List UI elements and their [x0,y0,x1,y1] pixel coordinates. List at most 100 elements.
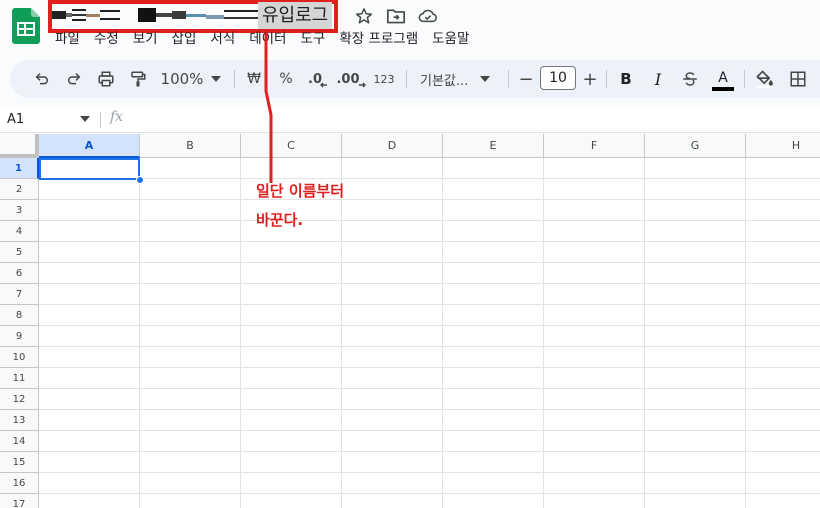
grid-row-line [39,472,820,473]
toolbar-divider [744,70,745,88]
chevron-down-icon[interactable] [80,116,90,122]
column-header-c[interactable]: C [241,134,342,158]
undo-icon[interactable] [30,60,54,98]
row-header-10[interactable]: 10 [0,347,39,368]
decrease-decimal-button[interactable]: .0 [304,60,332,98]
grid-row-line [39,283,820,284]
row-header-1[interactable]: 1 [0,158,39,179]
cloud-status-icon[interactable] [418,6,438,26]
borders-icon[interactable] [786,60,810,98]
menu-format[interactable]: 서식 [203,28,242,50]
grid-row-line [39,262,820,263]
star-icon[interactable] [354,6,374,26]
grid-row-line [39,430,820,431]
chevron-down-icon [211,76,222,82]
menu-view[interactable]: 보기 [126,28,165,50]
menu-extensions[interactable]: 확장 프로그램 [332,28,425,50]
grid-row-line [39,178,820,179]
zoom-value: 100% [160,70,204,88]
grid-column-line [139,158,140,508]
row-header-6[interactable]: 6 [0,263,39,284]
grid-row-line [39,220,820,221]
sheets-logo[interactable] [12,8,40,44]
arrow-right-icon [358,82,366,88]
annotation-line [264,33,273,183]
row-header-16[interactable]: 16 [0,473,39,494]
menu-help[interactable]: 도움말 [425,28,476,50]
grid-row-line [39,199,820,200]
menu-file[interactable]: 파일 [48,28,87,50]
row-header-14[interactable]: 14 [0,431,39,452]
increase-decimal-button[interactable]: .00 [336,60,366,98]
redacted-title-part [52,5,258,25]
fx-icon: fx [110,109,124,125]
grid-row-line [39,409,820,410]
column-header-d[interactable]: D [342,134,443,158]
redo-icon[interactable] [62,60,86,98]
annotation-line-2: 바꾼다. [256,211,304,229]
row-header-13[interactable]: 13 [0,410,39,431]
row-header-11[interactable]: 11 [0,368,39,389]
column-header-f[interactable]: F [544,134,645,158]
italic-button[interactable]: I [646,60,670,98]
increase-decimal-label: .00 [336,71,360,87]
name-box[interactable]: A1 [7,108,24,132]
font-family-select[interactable]: 기본값... [414,60,500,98]
menu-tools[interactable]: 도구 [293,28,332,50]
print-icon[interactable] [94,60,118,98]
document-title[interactable]: 유입로그 [258,2,333,29]
row-header-15[interactable]: 15 [0,452,39,473]
chevron-down-icon [480,76,491,82]
toolbar-divider [508,70,509,88]
fill-handle[interactable] [136,176,144,184]
formula-bar: A1 fx [0,108,820,133]
menu-edit[interactable]: 수정 [87,28,126,50]
column-header-b[interactable]: B [140,134,241,158]
bold-button[interactable]: B [614,60,638,98]
menu-bar: 파일 수정 보기 삽입 서식 데이터 도구 확장 프로그램 도움말 [48,28,476,50]
font-size-input[interactable]: 10 [540,66,576,90]
spreadsheet-grid[interactable]: A B C D E F G H 1 2 3 4 5 6 7 8 9 10 11 12 13 14 15 16 17 [0,134,820,508]
column-header-e[interactable]: E [443,134,544,158]
row-header-2[interactable]: 2 [0,179,39,200]
select-all-corner[interactable] [0,134,39,158]
row-header-12[interactable]: 12 [0,389,39,410]
move-to-folder-icon[interactable] [386,6,406,26]
annotation-line-1: 일단 이름부터 [256,182,345,200]
menu-insert[interactable]: 삽입 [165,28,204,50]
arrow-left-icon [319,82,327,88]
toolbar-divider [234,70,235,88]
column-header-h[interactable]: H [746,134,820,158]
grid-row-line [39,241,820,242]
grid-row-line [39,367,820,368]
grid-row-line [39,388,820,389]
increase-font-size-button[interactable]: + [578,60,602,98]
number-format-button[interactable]: 123 [370,60,398,98]
annotation-text: 일단 이름부터 바꾼다. [256,177,344,235]
percent-format-button[interactable]: % [274,60,298,98]
grid-row-line [39,304,820,305]
grid-column-line [745,158,746,508]
row-header-17[interactable]: 17 [0,494,39,508]
strikethrough-icon[interactable] [678,60,702,98]
decrease-font-size-button[interactable]: − [514,60,538,98]
toolbar-divider [606,70,607,88]
row-header-5[interactable]: 5 [0,242,39,263]
zoom-select[interactable]: 100% [158,60,224,98]
font-family-value: 기본값... [420,73,469,89]
row-header-8[interactable]: 8 [0,305,39,326]
column-header-a[interactable]: A [39,134,140,158]
row-header-3[interactable]: 3 [0,200,39,221]
text-color-button[interactable]: A [710,60,736,98]
row-header-7[interactable]: 7 [0,284,39,305]
text-color-swatch [712,86,734,91]
grid-row-line [39,493,820,494]
fill-color-icon[interactable] [752,60,778,98]
row-header-4[interactable]: 4 [0,221,39,242]
row-header-9[interactable]: 9 [0,326,39,347]
currency-format-button[interactable]: ₩ [242,60,266,98]
active-cell-a1[interactable] [39,158,140,180]
paint-format-icon[interactable] [126,60,150,98]
column-header-g[interactable]: G [645,134,746,158]
grid-row-line [39,451,820,452]
